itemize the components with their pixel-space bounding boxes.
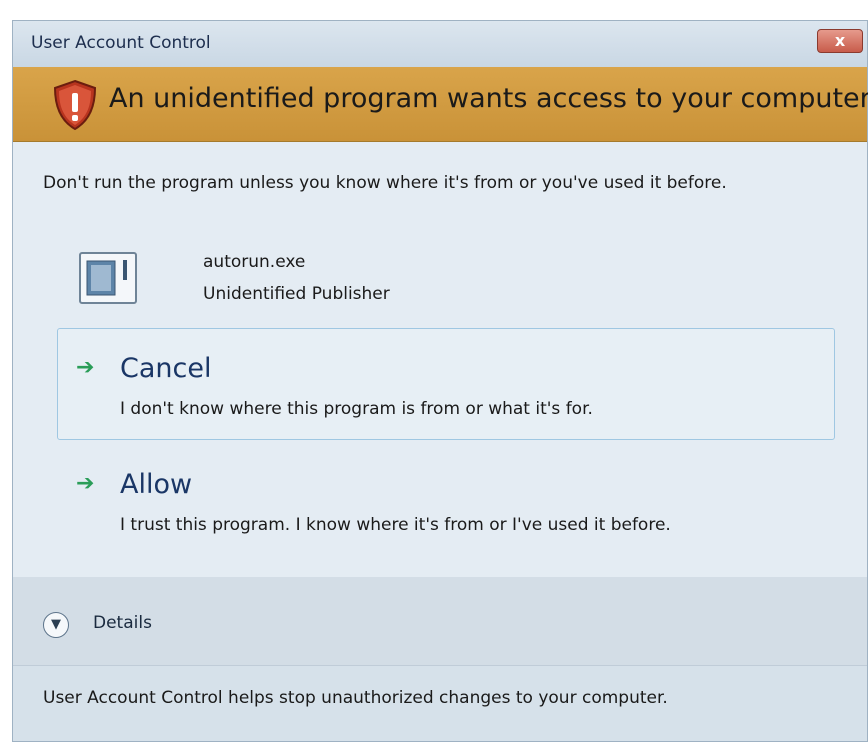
dialog-content: Don't run the program unless you know wh… [13,142,867,577]
application-icon [79,252,137,304]
warning-banner: An unidentified program wants access to … [13,67,868,142]
title-bar: User Account Control x [13,21,867,68]
green-arrow-icon: ➔ [76,355,95,380]
program-publisher: Unidentified Publisher [203,284,390,304]
chevron-down-icon[interactable]: ▼ [43,612,69,638]
warning-message: Don't run the program unless you know wh… [43,173,727,193]
details-bar: ▼ Details [13,577,867,666]
window-title: User Account Control [31,33,211,53]
warning-shield-icon [53,79,97,131]
details-toggle-label[interactable]: Details [93,613,152,633]
green-arrow-icon: ➔ [76,471,95,496]
program-name: autorun.exe [203,252,306,272]
cancel-option-button[interactable]: ➔ Cancel I don't know where this program… [57,328,835,440]
cancel-option-title: Cancel [120,353,212,384]
footer-text: User Account Control helps stop unauthor… [43,688,668,708]
cancel-option-description: I don't know where this program is from … [120,399,593,419]
close-button[interactable]: x [817,29,863,53]
allow-option-title: Allow [120,469,193,500]
banner-heading: An unidentified program wants access to … [109,83,868,114]
allow-option-description: I trust this program. I know where it's … [120,515,671,535]
footer: User Account Control helps stop unauthor… [13,666,867,741]
uac-dialog: User Account Control x An unidentified p… [12,20,868,742]
allow-option-button[interactable]: ➔ Allow I trust this program. I know whe… [57,444,835,556]
